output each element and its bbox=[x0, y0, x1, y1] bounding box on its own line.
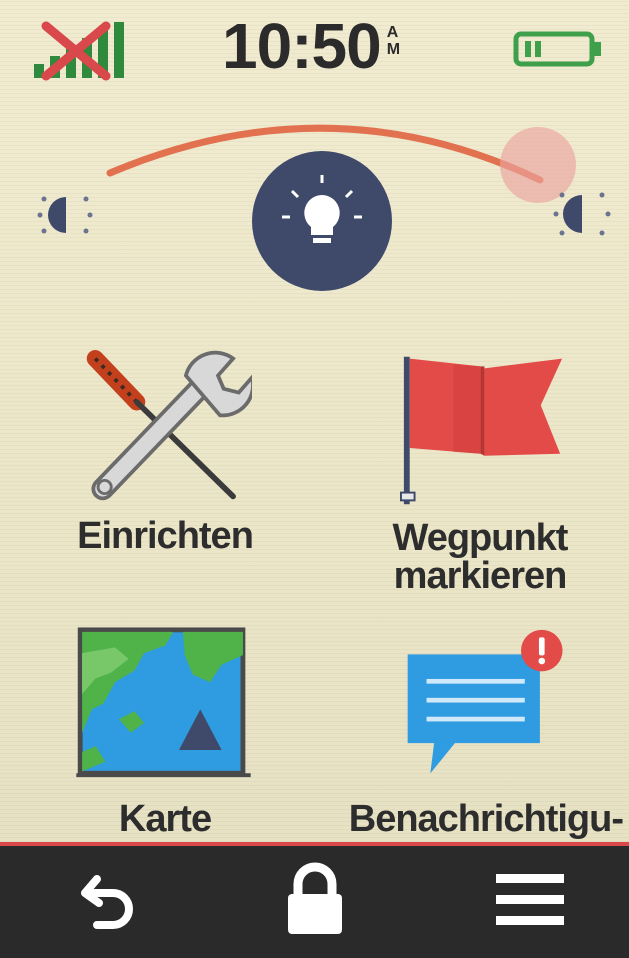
back-button[interactable] bbox=[40, 846, 180, 954]
bottom-nav-bar bbox=[0, 842, 629, 958]
lock-icon bbox=[288, 862, 342, 934]
brightness-slider-knob bbox=[500, 127, 576, 203]
back-arrow-icon bbox=[81, 875, 133, 929]
clock: 10:50 A M bbox=[222, 8, 400, 88]
app-tile-einrichten[interactable]: Einrichten bbox=[40, 335, 290, 575]
app-tile-benachrichtigungen[interactable]: Benachrichtigu- bbox=[330, 620, 629, 842]
clock-ampm-top: A bbox=[386, 24, 399, 41]
app-label: Einrichten bbox=[77, 515, 254, 557]
lightbulb-icon bbox=[252, 151, 392, 291]
menu-icon bbox=[496, 874, 564, 925]
menu-button[interactable] bbox=[460, 846, 600, 954]
app-label: Benachrichtigu- bbox=[348, 798, 624, 840]
no-signal-icon bbox=[34, 21, 124, 81]
clock-ampm: A M bbox=[387, 24, 400, 58]
message-alert-icon bbox=[407, 629, 563, 774]
device-screen: 10:50 A M Einrichten Wegpunkt markieren … bbox=[0, 0, 629, 958]
clock-ampm-bottom: M bbox=[386, 41, 401, 58]
app-label: Karte bbox=[118, 798, 212, 840]
app-tile-wegpunkt-markieren[interactable]: Wegpunkt markieren bbox=[345, 335, 615, 605]
status-bar: 10:50 A M bbox=[0, 0, 629, 95]
brightness-control[interactable] bbox=[0, 95, 629, 310]
brightness-high-icon bbox=[553, 192, 611, 236]
lock-button[interactable] bbox=[245, 846, 385, 954]
app-tile-karte[interactable]: Karte bbox=[40, 620, 290, 842]
flag-icon bbox=[400, 356, 563, 505]
wrench-screwdriver-icon bbox=[86, 350, 252, 501]
brightness-low-icon bbox=[37, 196, 93, 234]
battery-low-icon bbox=[513, 31, 601, 67]
map-icon bbox=[76, 627, 251, 778]
clock-time: 10:50 bbox=[222, 10, 382, 82]
app-label-line1: Wegpunkt bbox=[392, 517, 569, 559]
app-label-line2: markieren bbox=[393, 555, 568, 597]
